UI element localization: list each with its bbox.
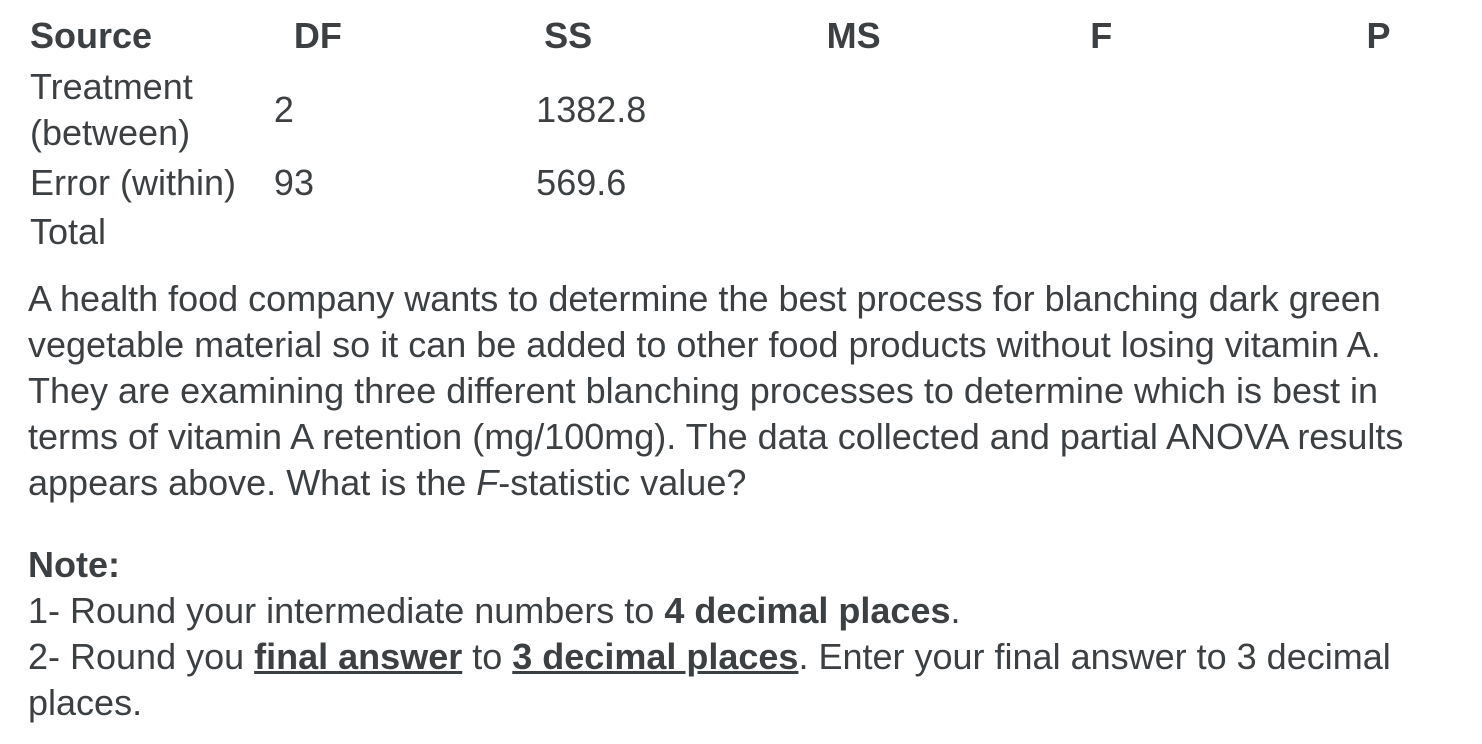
row-df <box>274 208 536 256</box>
source-line: Treatment <box>30 66 193 107</box>
row-f <box>1048 158 1324 208</box>
question-f-italic: F <box>476 462 499 503</box>
source-line: (between) <box>30 112 191 153</box>
row-p <box>1325 158 1482 208</box>
header-ms: MS <box>826 15 881 56</box>
row-f <box>1048 208 1324 256</box>
anova-table: Source DF SS MS F P Treatment (between) … <box>30 10 1482 256</box>
row-source: Total <box>30 211 107 252</box>
row-ms <box>797 62 1049 158</box>
header-source: Source <box>30 15 153 56</box>
row-df: 93 <box>273 162 314 203</box>
note-line-2: 2- Round you final answer to 3 decimal p… <box>28 634 1468 726</box>
row-df: 2 <box>273 89 294 130</box>
row-ms <box>797 158 1049 208</box>
note-3-decimal-places: 3 decimal places <box>512 636 799 677</box>
note-line-1-prefix: 1- Round your intermediate numbers to <box>28 590 665 631</box>
row-ms <box>797 208 1049 256</box>
row-p <box>1325 62 1482 158</box>
row-ss: 569.6 <box>536 162 627 203</box>
note-line-1-suffix: . <box>950 590 961 631</box>
table-row: Error (within) 93 569.6 <box>30 158 1482 208</box>
question-tail: -statistic value? <box>498 462 747 503</box>
row-source: Error (within) <box>30 162 237 203</box>
note-title: Note: <box>28 544 120 585</box>
note-final-answer: final answer <box>254 636 463 677</box>
note-line-1: 1- Round your intermediate numbers to 4 … <box>28 588 1468 634</box>
table-row: Treatment (between) 2 1382.8 <box>30 62 1482 158</box>
table-header-row: Source DF SS MS F P <box>30 10 1482 62</box>
row-f <box>1048 62 1324 158</box>
row-ss <box>536 208 796 256</box>
table-row: Total <box>30 208 1482 256</box>
note-line-1-bold: 4 decimal places <box>664 590 951 631</box>
header-df: DF <box>293 15 342 56</box>
header-ss: SS <box>544 15 593 56</box>
row-ss: 1382.8 <box>536 89 647 130</box>
row-p <box>1325 208 1482 256</box>
note-block: Note: 1- Round your intermediate numbers… <box>28 542 1468 726</box>
header-p: P <box>1366 15 1391 56</box>
question-text: A health food company wants to determine… <box>28 276 1448 506</box>
header-f: F <box>1090 15 1113 56</box>
note-line-2-mid: to <box>462 636 513 677</box>
note-line-2-prefix: 2- Round you <box>28 636 255 677</box>
row-source: Treatment (between) <box>30 62 274 158</box>
